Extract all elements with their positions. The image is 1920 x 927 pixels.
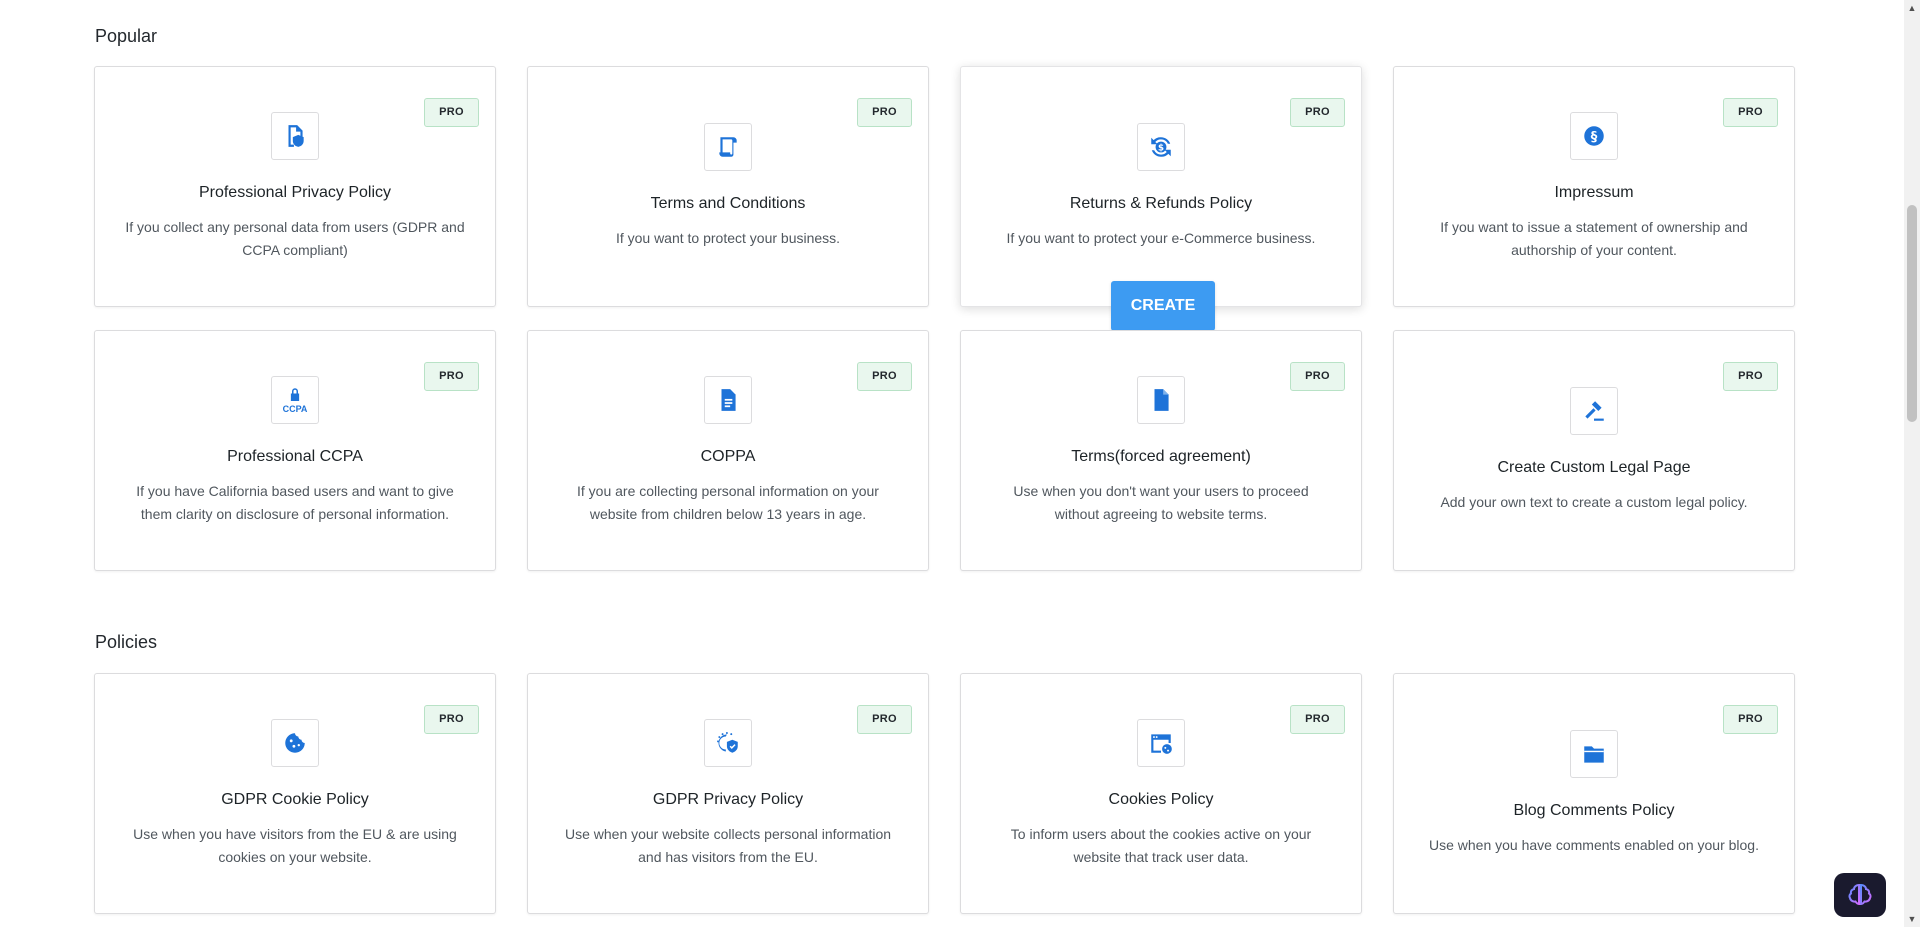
scroll-icon [704,123,752,171]
card-title: Impressum [1554,183,1634,201]
card-description: If you collect any personal data from us… [125,218,465,258]
card-description: If you want to protect your business. [615,230,841,246]
pro-badge: PRO [424,362,479,391]
card-returns-refunds-policy[interactable]: PRO $ Returns & Refunds Policy If you wa… [960,66,1362,331]
card-description: If you are collecting personal informati… [577,482,879,522]
gavel-icon [1570,387,1618,435]
card-title: Terms and Conditions [650,195,806,212]
pro-badge: PRO [1290,705,1345,734]
pro-badge: PRO [424,98,479,127]
card-description: Use when you have comments enabled on yo… [1429,837,1759,853]
card-title: Returns & Refunds Policy [1069,195,1253,212]
card-gdpr-cookie-policy[interactable]: PRO GDPR Cookie Policy Use when you have… [94,673,496,914]
scrollbar-thumb[interactable] [1907,205,1917,422]
pro-badge: PRO [424,705,479,734]
card-title: COPPA [700,447,756,465]
card-description: If you want to protect your e-Commerce b… [1006,230,1316,246]
card-description: If you have California based users and w… [136,482,454,522]
card-blog-comments-policy[interactable]: PRO Blog Comments Policy Use when you ha… [1393,673,1795,914]
card-description: Use when your website collects personal … [564,825,892,865]
pro-badge: PRO [857,705,912,734]
card-gdpr-privacy-policy[interactable]: PRO GDPR Privacy Policy Use when your we… [527,673,929,914]
card-title: Professional CCPA [227,447,363,465]
file-icon [1137,375,1185,424]
card-description: Use when you don't want your users to pr… [1013,482,1309,522]
card-title: Cookies Policy [1108,790,1214,808]
pro-badge: PRO [1290,362,1345,391]
popular-grid: PRO Professional Privacy Policy If you c… [94,66,1795,571]
card-title: GDPR Privacy Policy [652,790,804,808]
vertical-scrollbar[interactable]: ▲ ▼ [1904,0,1920,927]
scroll-down-arrow-icon[interactable]: ▼ [1904,911,1920,927]
ai-assistant-button[interactable] [1834,873,1886,917]
card-title: Terms(forced agreement) [1071,447,1251,465]
scroll-up-arrow-icon[interactable]: ▲ [1904,0,1920,16]
dollar-refund-icon: $ [1137,123,1185,171]
card-description: To inform users about the cookies active… [1010,825,1312,865]
svg-text:$: $ [1158,143,1164,153]
section-sign-icon: § [1570,111,1618,160]
legal-pages-dashboard: Popular PRO Professional Privacy Policy … [0,0,1904,927]
card-description: Add your own text to create a custom leg… [1440,494,1748,510]
card-title: Create Custom Legal Page [1497,459,1691,476]
brain-icon [1848,883,1872,906]
privacy-document-icon [271,111,319,160]
card-coppa[interactable]: PRO COPPA If you are collecting personal… [527,330,929,571]
policies-grid: PRO GDPR Cookie Policy Use when you have… [94,673,1795,914]
card-impressum[interactable]: PRO § Impressum If you want to issue a s… [1393,66,1795,307]
svg-text:§: § [1591,129,1598,144]
section-title-popular: Popular [95,26,158,46]
card-cookies-policy[interactable]: PRO Cookies Policy To inform users about… [960,673,1362,914]
card-title: Blog Comments Policy [1513,802,1675,819]
pro-badge: PRO [1723,362,1778,391]
card-description: If you want to issue a statement of owne… [1440,218,1748,258]
section-title-policies: Policies [95,632,158,652]
ccpa-label: CCPA [282,403,308,414]
browser-cookie-icon [1137,718,1185,767]
card-description: Use when you have visitors from the EU &… [133,825,457,865]
card-title: GDPR Cookie Policy [221,790,369,808]
card-terms-forced-agreement[interactable]: PRO Terms(forced agreement) Use when you… [960,330,1362,571]
card-professional-ccpa[interactable]: PRO CCPA Professional CCPA If you have C… [94,330,496,571]
pro-badge: PRO [857,98,912,127]
create-button[interactable]: CREATE [1111,281,1215,331]
pro-badge: PRO [1290,98,1345,127]
globe-shield-icon [704,718,752,767]
document-icon [704,375,752,424]
card-professional-privacy-policy[interactable]: PRO Professional Privacy Policy If you c… [94,66,496,307]
ccpa-lock-icon: CCPA [271,375,319,424]
cookie-icon [271,718,319,767]
folder-icon [1570,730,1618,778]
pro-badge: PRO [1723,98,1778,127]
card-title: Professional Privacy Policy [198,183,392,201]
pro-badge: PRO [1723,705,1778,734]
pro-badge: PRO [857,362,912,391]
card-terms-and-conditions[interactable]: PRO Terms and Conditions If you want to … [527,66,929,307]
card-create-custom-legal-page[interactable]: PRO Create Custom Legal Page Add your ow… [1393,330,1795,571]
